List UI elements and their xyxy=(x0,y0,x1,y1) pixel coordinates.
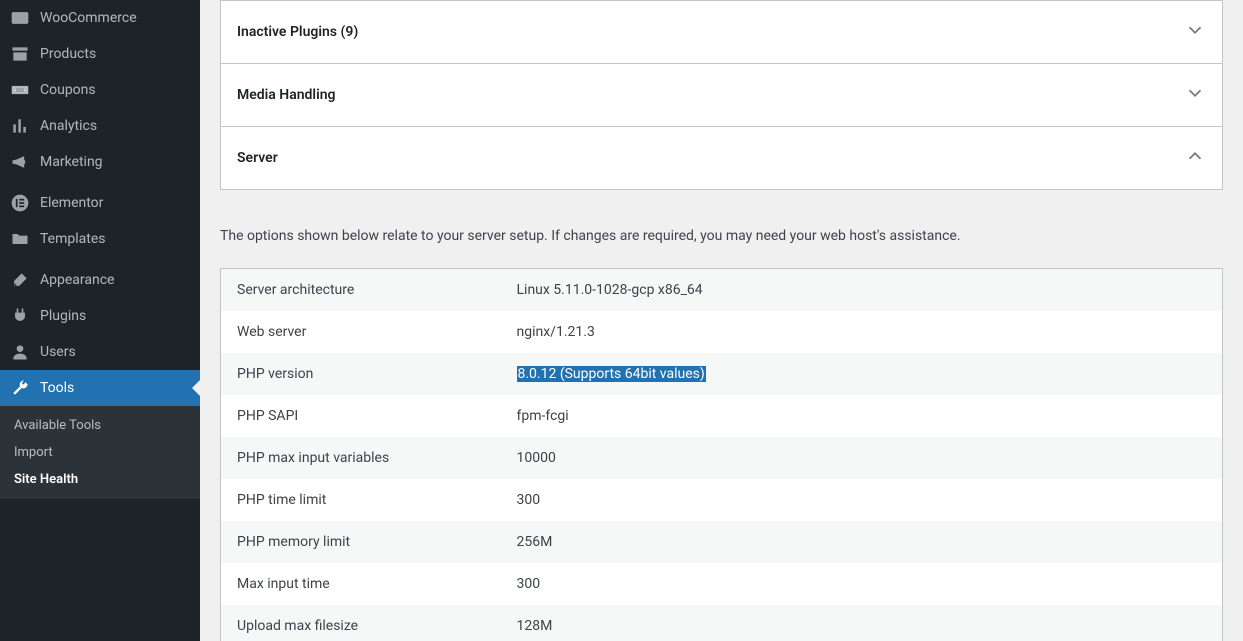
sidebar-item-label: Users xyxy=(40,344,76,360)
folder-icon xyxy=(10,229,30,249)
row-label: PHP SAPI xyxy=(221,395,501,437)
row-value: 300 xyxy=(501,479,1223,521)
wrench-icon xyxy=(10,378,30,398)
table-row: Server architectureLinux 5.11.0-1028-gcp… xyxy=(221,269,1223,312)
sidebar-item-templates[interactable]: Templates xyxy=(0,221,200,257)
sidebar-item-analytics[interactable]: Analytics xyxy=(0,108,200,144)
table-row: Web servernginx/1.21.3 xyxy=(221,311,1223,353)
row-value: fpm-fcgi xyxy=(501,395,1223,437)
panel-toggle-server[interactable]: Server xyxy=(221,127,1222,189)
row-value: Linux 5.11.0-1028-gcp x86_64 xyxy=(501,269,1223,312)
paintbrush-icon xyxy=(10,270,30,290)
sidebar-item-label: Templates xyxy=(40,231,106,247)
table-row: PHP SAPIfpm-fcgi xyxy=(221,395,1223,437)
row-value: 300 xyxy=(501,563,1223,605)
user-icon xyxy=(10,342,30,362)
tools-submenu: Available Tools Import Site Health xyxy=(0,406,200,499)
panel-description: The options shown below relate to your s… xyxy=(220,198,1223,268)
row-label: Upload max filesize xyxy=(221,605,501,641)
chart-bar-icon xyxy=(10,116,30,136)
panel-body-server: The options shown below relate to your s… xyxy=(220,190,1223,641)
sidebar-item-label: Tools xyxy=(40,380,74,396)
table-row: Upload max filesize128M xyxy=(221,605,1223,641)
sidebar-item-label: Products xyxy=(40,46,96,62)
table-row: PHP time limit300 xyxy=(221,479,1223,521)
sidebar-item-coupons[interactable]: Coupons xyxy=(0,72,200,108)
panel-title: Inactive Plugins (9) xyxy=(237,24,358,40)
sidebar-item-tools[interactable]: Tools xyxy=(0,370,200,406)
sidebar-item-appearance[interactable]: Appearance xyxy=(0,262,200,298)
elementor-icon xyxy=(10,193,30,213)
sidebar-item-label: Plugins xyxy=(40,308,86,324)
archive-icon xyxy=(10,44,30,64)
table-row: Max input time300 xyxy=(221,563,1223,605)
panel-title: Server xyxy=(237,150,278,166)
row-value: nginx/1.21.3 xyxy=(501,311,1223,353)
sidebar-item-label: WooCommerce xyxy=(40,10,137,26)
sidebar-item-woocommerce[interactable]: WooCommerce xyxy=(0,0,200,36)
chevron-up-icon xyxy=(1184,145,1206,171)
sidebar-item-label: Appearance xyxy=(40,272,114,288)
sidebar-item-users[interactable]: Users xyxy=(0,334,200,370)
ticket-icon xyxy=(10,80,30,100)
sidebar-item-plugins[interactable]: Plugins xyxy=(0,298,200,334)
submenu-item-available-tools[interactable]: Available Tools xyxy=(0,412,200,439)
megaphone-icon xyxy=(10,152,30,172)
submenu-item-import[interactable]: Import xyxy=(0,439,200,466)
chevron-down-icon xyxy=(1184,82,1206,108)
sidebar-item-products[interactable]: Products xyxy=(0,36,200,72)
panel-toggle-inactive-plugins[interactable]: Inactive Plugins (9) xyxy=(221,1,1222,63)
submenu-item-site-health[interactable]: Site Health xyxy=(0,466,200,493)
sidebar-item-marketing[interactable]: Marketing xyxy=(0,144,200,180)
plug-icon xyxy=(10,306,30,326)
row-value: 256M xyxy=(501,521,1223,563)
sidebar-item-elementor[interactable]: Elementor xyxy=(0,185,200,221)
chevron-down-icon xyxy=(1184,19,1206,45)
row-label: Web server xyxy=(221,311,501,353)
main-content: Inactive Plugins (9) Media Handling Serv… xyxy=(200,0,1243,641)
row-label: PHP time limit xyxy=(221,479,501,521)
panel-toggle-media-handling[interactable]: Media Handling xyxy=(221,64,1222,126)
table-row: PHP memory limit256M xyxy=(221,521,1223,563)
table-row: PHP max input variables10000 xyxy=(221,437,1223,479)
row-label: PHP memory limit xyxy=(221,521,501,563)
admin-sidebar: WooCommerce Products Coupons Analytics M… xyxy=(0,0,200,641)
row-value: 128M xyxy=(501,605,1223,641)
row-label: PHP max input variables xyxy=(221,437,501,479)
sidebar-item-label: Elementor xyxy=(40,195,103,211)
server-info-table: Server architectureLinux 5.11.0-1028-gcp… xyxy=(220,268,1223,641)
sidebar-item-label: Analytics xyxy=(40,118,97,134)
sidebar-item-label: Coupons xyxy=(40,82,96,98)
sidebar-item-label: Marketing xyxy=(40,154,103,170)
row-label: Max input time xyxy=(221,563,501,605)
row-label: PHP version xyxy=(221,353,501,395)
panel-inactive-plugins: Inactive Plugins (9) xyxy=(220,0,1223,64)
panel-server: Server xyxy=(220,127,1223,190)
table-row: PHP version8.0.12 (Supports 64bit values… xyxy=(221,353,1223,395)
row-label: Server architecture xyxy=(221,269,501,312)
woocommerce-icon xyxy=(10,8,30,28)
row-value: 8.0.12 (Supports 64bit values) xyxy=(501,353,1223,395)
row-value: 10000 xyxy=(501,437,1223,479)
panel-media-handling: Media Handling xyxy=(220,64,1223,127)
panel-title: Media Handling xyxy=(237,87,336,103)
